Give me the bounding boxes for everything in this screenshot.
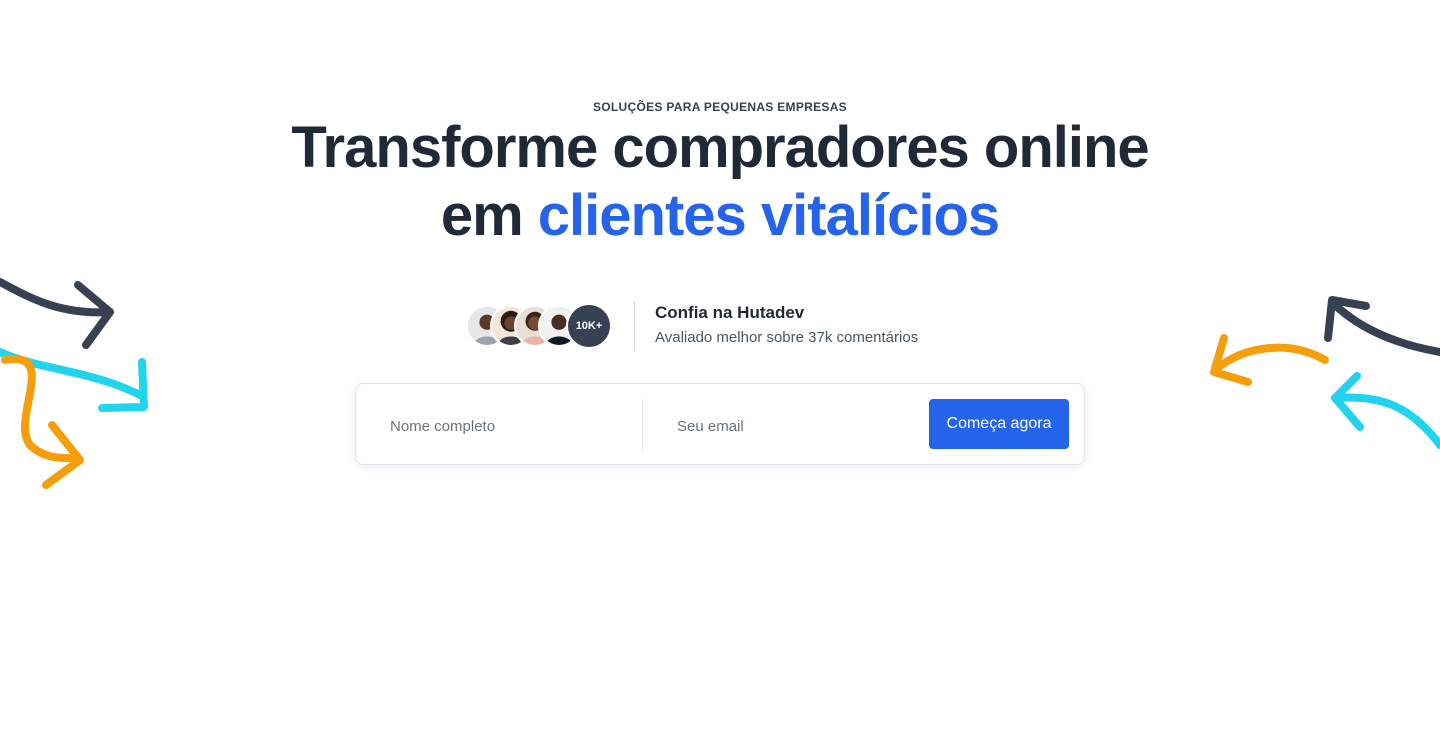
email-input[interactable]: [675, 400, 919, 452]
full-name-input[interactable]: [388, 400, 642, 452]
landing-page: SOLUÇÕES PARA PEQUENAS EMPRESAS Transfor…: [0, 0, 1440, 754]
avatar-stack: 10K+: [466, 302, 612, 350]
reviewer-count-badge: 10K+: [566, 303, 612, 349]
curvy-arrows-right-icon: [1210, 296, 1440, 449]
social-proof: 10K+ Confia na Hutadev Avaliado melhor s…: [466, 300, 918, 352]
headline-line-2-prefix: em: [440, 183, 538, 248]
trust-subtitle: Avaliado melhor sobre 37k comentários: [655, 329, 919, 346]
divider: [634, 301, 635, 351]
headline-highlight: clientes vitalícios: [537, 183, 1000, 248]
trust-text: Confia na Hutadev Avaliado melhor sobre …: [655, 301, 918, 351]
signup-form: Começa agora: [355, 383, 1085, 465]
curvy-arrows-left-icon: [0, 278, 148, 489]
hero-eyebrow: SOLUÇÕES PARA PEQUENAS EMPRESAS: [592, 100, 847, 114]
field-divider: [642, 399, 643, 451]
get-started-button[interactable]: Começa agora: [929, 399, 1069, 449]
headline-line-1: Transforme compradores online: [291, 115, 1149, 180]
hero-headline: Transforme compradores online em cliente…: [0, 114, 1440, 250]
trust-title: Confia na Hutadev: [655, 303, 805, 322]
